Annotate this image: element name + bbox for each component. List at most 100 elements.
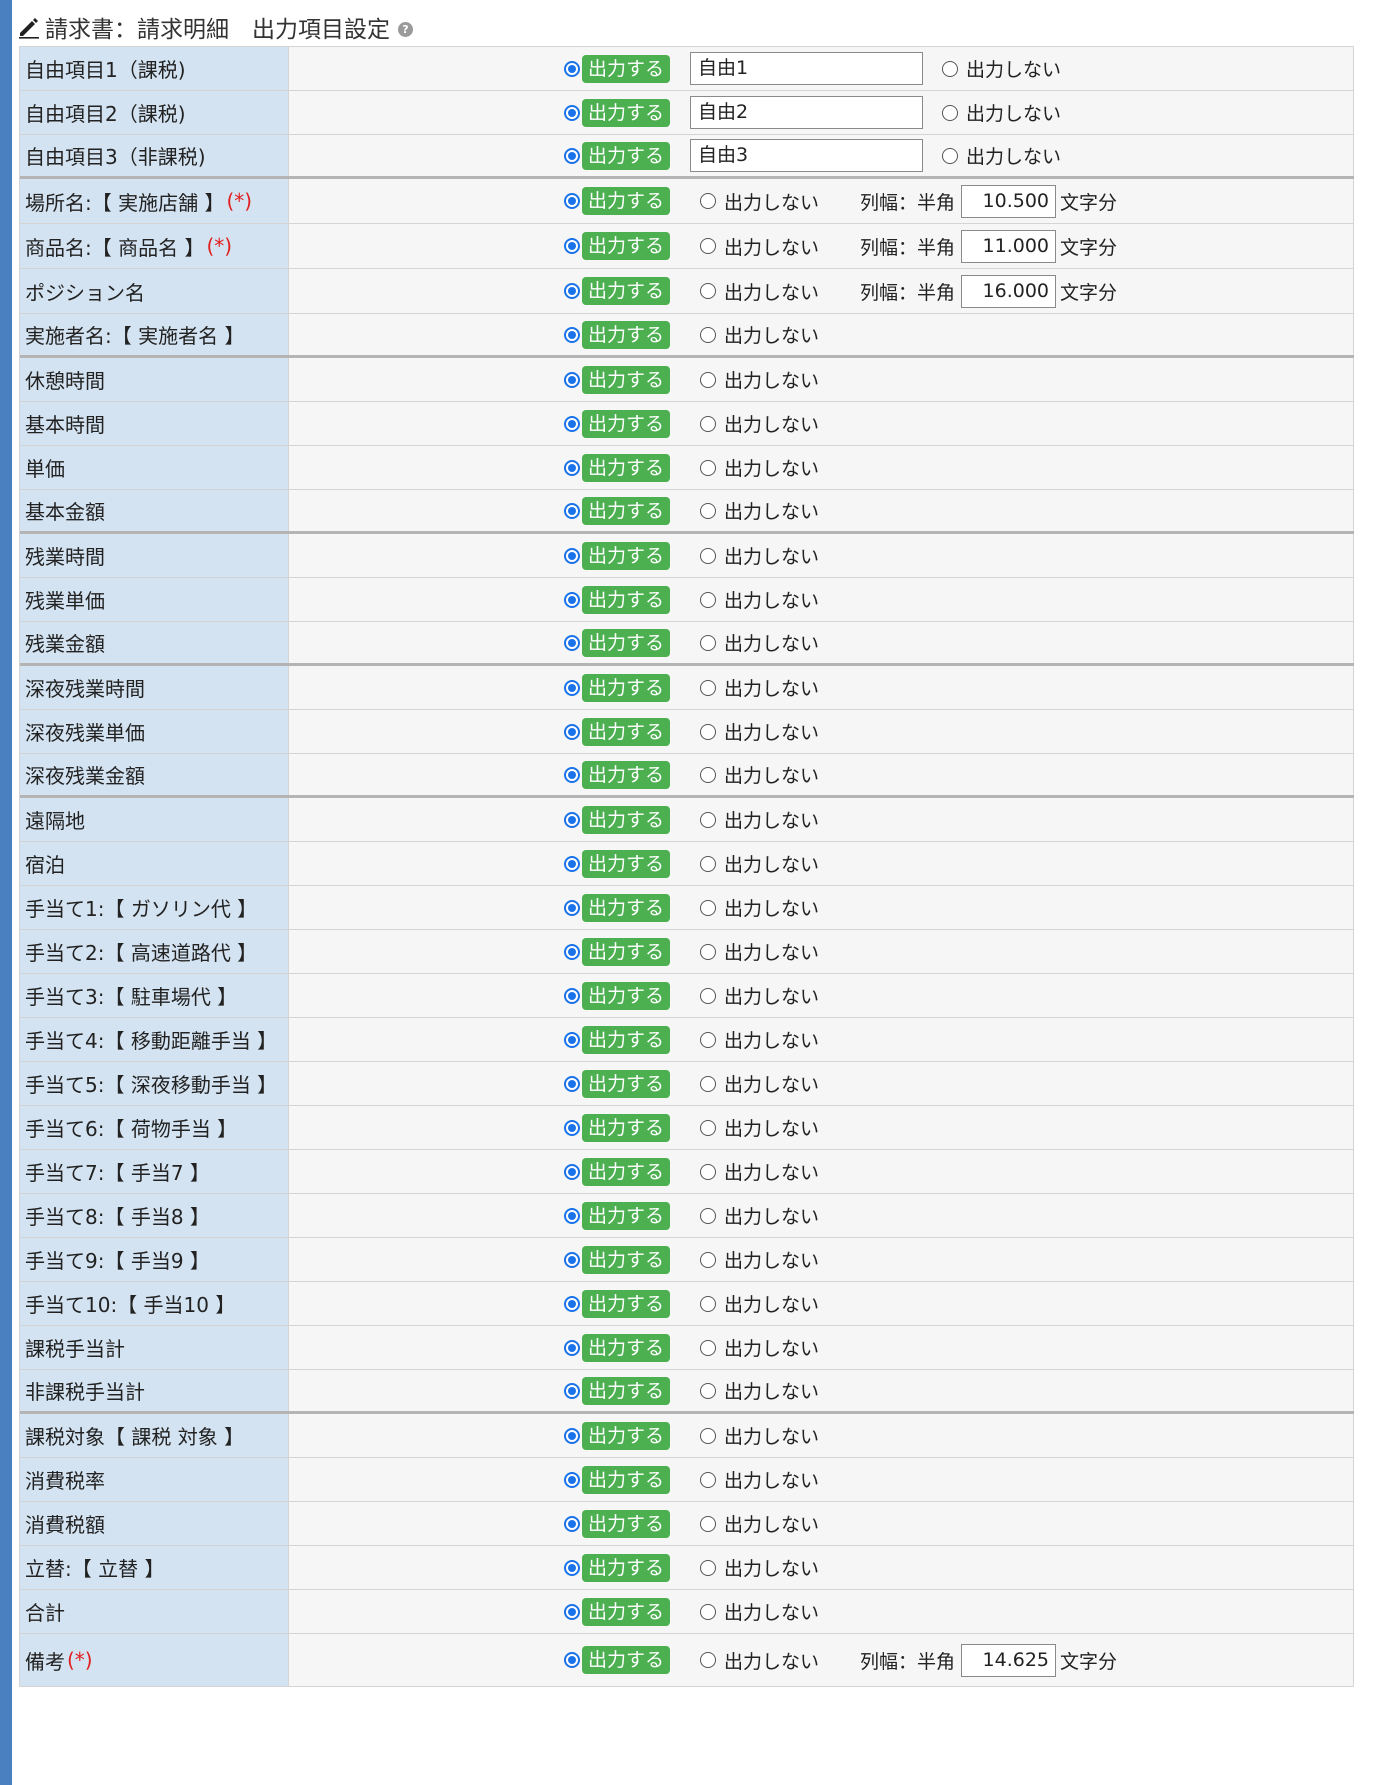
output-off-radio[interactable] [700, 283, 716, 299]
output-on-radio[interactable] [564, 1031, 580, 1048]
free-item-name-input[interactable]: 自由1 [690, 52, 923, 85]
output-off-radio[interactable] [700, 1295, 716, 1312]
output-off-label[interactable]: 出力しない [966, 99, 1061, 126]
output-off-radio[interactable] [700, 238, 716, 254]
output-off-radio[interactable] [700, 987, 716, 1004]
output-on-label[interactable]: 出力する [582, 277, 671, 305]
output-on-radio[interactable] [564, 899, 580, 916]
output-on-radio[interactable] [564, 1163, 580, 1180]
output-on-label[interactable]: 出力する [582, 1113, 671, 1142]
output-off-radio[interactable] [700, 193, 716, 209]
output-off-radio[interactable] [700, 1031, 716, 1048]
output-off-radio[interactable] [700, 1427, 716, 1444]
output-off-radio[interactable] [700, 1382, 716, 1399]
output-on-label[interactable]: 出力する [582, 541, 671, 570]
column-width-input[interactable]: 11.000 [961, 229, 1056, 263]
output-off-label[interactable]: 出力しない [724, 1510, 819, 1537]
output-on-radio[interactable] [564, 371, 580, 388]
column-width-input[interactable]: 16.000 [961, 274, 1056, 308]
output-on-label[interactable]: 出力する [582, 187, 671, 215]
output-off-radio[interactable] [700, 591, 716, 608]
output-off-radio[interactable] [700, 502, 716, 519]
output-off-label[interactable]: 出力しない [724, 1158, 819, 1185]
output-off-label[interactable]: 出力しない [724, 1334, 819, 1361]
output-off-label[interactable]: 出力しない [724, 1246, 819, 1273]
output-off-label[interactable]: 出力しない [724, 761, 819, 788]
output-off-label[interactable]: 出力しない [724, 938, 819, 965]
output-on-label[interactable]: 出力する [582, 1157, 671, 1186]
output-off-label[interactable]: 出力しない [966, 55, 1061, 82]
output-on-label[interactable]: 出力する [582, 981, 671, 1010]
output-off-label[interactable]: 出力しない [724, 894, 819, 921]
output-on-radio[interactable] [564, 459, 580, 476]
output-on-label[interactable]: 出力する [582, 365, 671, 394]
output-on-label[interactable]: 出力する [582, 585, 671, 614]
output-on-radio[interactable] [564, 193, 580, 209]
output-on-label[interactable]: 出力する [582, 673, 671, 702]
output-off-radio[interactable] [700, 415, 716, 432]
output-on-radio[interactable] [564, 1075, 580, 1092]
output-on-label[interactable]: 出力する [582, 1421, 671, 1450]
output-on-radio[interactable] [564, 147, 580, 164]
output-on-radio[interactable] [564, 238, 580, 254]
output-on-label[interactable]: 出力する [582, 937, 671, 966]
output-off-radio[interactable] [700, 1251, 716, 1268]
free-item-name-input[interactable]: 自由3 [690, 139, 923, 172]
output-off-label[interactable]: 出力しない [724, 410, 819, 437]
output-off-radio[interactable] [700, 1163, 716, 1180]
output-off-radio[interactable] [700, 679, 716, 696]
output-off-radio[interactable] [700, 899, 716, 916]
output-off-label[interactable]: 出力しない [724, 1647, 819, 1674]
column-width-input[interactable]: 14.625 [961, 1643, 1056, 1677]
output-on-label[interactable]: 出力する [582, 1333, 671, 1362]
output-on-radio[interactable] [564, 1515, 580, 1532]
output-off-label[interactable]: 出力しない [724, 629, 819, 656]
output-on-label[interactable]: 出力する [582, 1069, 671, 1098]
output-off-label[interactable]: 出力しない [724, 850, 819, 877]
output-on-label[interactable]: 出力する [582, 453, 671, 482]
output-on-radio[interactable] [564, 1119, 580, 1136]
output-off-radio[interactable] [700, 459, 716, 476]
output-off-label[interactable]: 出力しない [724, 982, 819, 1009]
output-off-label[interactable]: 出力しない [724, 1114, 819, 1141]
output-on-radio[interactable] [564, 679, 580, 696]
output-on-label[interactable]: 出力する [582, 409, 671, 438]
output-on-radio[interactable] [564, 1603, 580, 1620]
output-off-radio[interactable] [700, 371, 716, 388]
output-off-radio[interactable] [700, 1515, 716, 1532]
output-off-label[interactable]: 出力しない [724, 497, 819, 524]
output-on-radio[interactable] [564, 547, 580, 564]
output-off-label[interactable]: 出力しない [724, 586, 819, 613]
output-on-label[interactable]: 出力する [582, 232, 671, 260]
column-width-input[interactable]: 10.500 [961, 184, 1056, 218]
output-off-label[interactable]: 出力しない [724, 1466, 819, 1493]
output-off-label[interactable]: 出力しない [724, 1026, 819, 1053]
output-on-label[interactable]: 出力する [582, 805, 671, 834]
output-on-label[interactable]: 出力する [582, 98, 671, 127]
output-on-radio[interactable] [564, 60, 580, 77]
output-on-label[interactable]: 出力する [582, 1201, 671, 1230]
output-on-label[interactable]: 出力する [582, 717, 671, 746]
output-off-radio[interactable] [700, 723, 716, 740]
output-on-radio[interactable] [564, 415, 580, 432]
output-off-label[interactable]: 出力しない [724, 366, 819, 393]
output-on-label[interactable]: 出力する [582, 893, 671, 922]
output-on-radio[interactable] [564, 766, 580, 783]
output-off-radio[interactable] [700, 811, 716, 828]
output-off-label[interactable]: 出力しない [724, 1422, 819, 1449]
output-off-label[interactable]: 出力しない [724, 233, 819, 260]
output-off-label[interactable]: 出力しない [724, 806, 819, 833]
output-off-label[interactable]: 出力しない [724, 278, 819, 305]
output-on-label[interactable]: 出力する [582, 1245, 671, 1274]
output-on-radio[interactable] [564, 855, 580, 872]
output-on-label[interactable]: 出力する [582, 496, 671, 525]
output-on-radio[interactable] [564, 1295, 580, 1312]
output-off-label[interactable]: 出力しない [724, 1202, 819, 1229]
output-off-radio[interactable] [700, 1119, 716, 1136]
output-off-label[interactable]: 出力しない [724, 188, 819, 215]
output-on-label[interactable]: 出力する [582, 1025, 671, 1054]
output-off-radio[interactable] [700, 547, 716, 564]
output-off-label[interactable]: 出力しない [724, 718, 819, 745]
output-off-radio[interactable] [700, 943, 716, 960]
output-on-radio[interactable] [564, 987, 580, 1004]
